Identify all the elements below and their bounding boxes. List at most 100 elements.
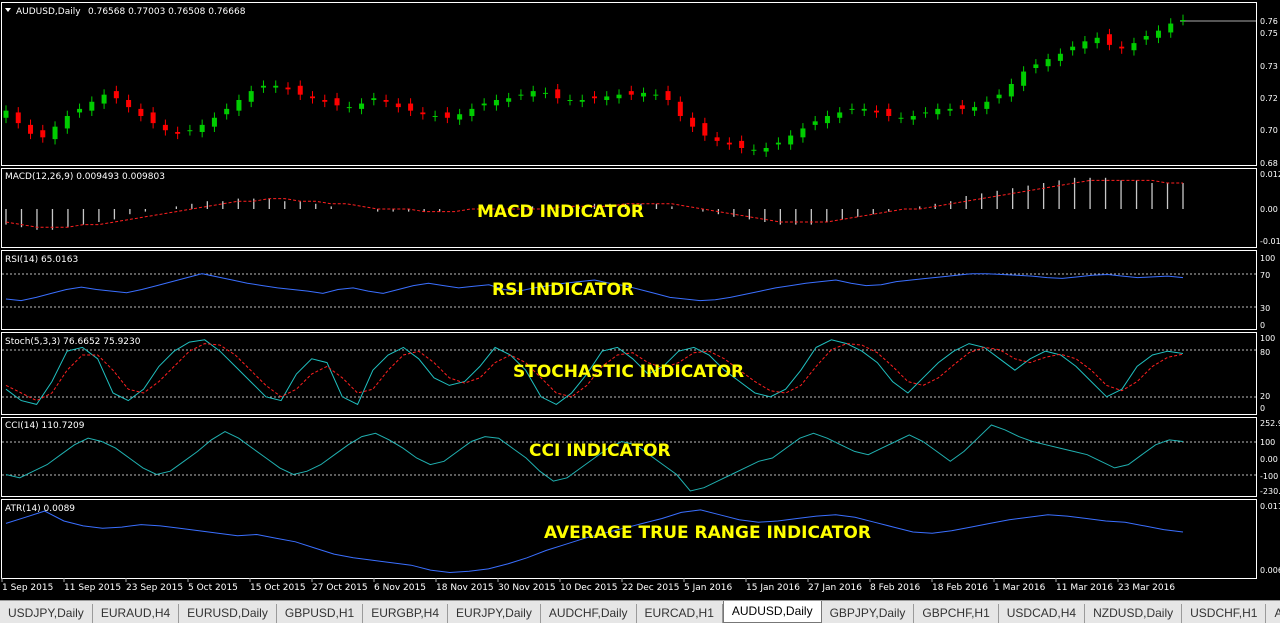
- bull-candle: [984, 101, 990, 109]
- bear-candle: [15, 112, 21, 124]
- bear-candle: [383, 100, 389, 102]
- bear-candle: [395, 103, 401, 108]
- chart-tab[interactable]: AUDCHF,Daily: [541, 604, 637, 623]
- bull-candle: [1131, 43, 1137, 51]
- macd-header: MACD(12,26,9) 0.009493 0.009803: [5, 172, 165, 182]
- bull-candle: [996, 94, 1002, 99]
- chart-window[interactable]: AUDUSD,Daily 0.76568 0.77003 0.76508 0.76…: [0, 0, 1280, 600]
- bull-candle: [1021, 71, 1027, 86]
- bull-candle: [972, 107, 978, 111]
- axis-tick-label: 0.00: [1260, 205, 1278, 214]
- chart-tab[interactable]: USDCAD,H4: [999, 604, 1086, 623]
- axis-tick-label: 0.68: [1260, 159, 1278, 168]
- macd-overlay-label: MACD INDICATOR: [477, 202, 644, 222]
- axis-tick-label: -0.01: [1260, 237, 1280, 246]
- bull-candle: [935, 108, 941, 115]
- bull-candle: [530, 91, 536, 97]
- cci-header: CCI(14) 110.7209: [5, 421, 85, 431]
- chart-tab[interactable]: AUDUSD,Daily: [722, 601, 822, 623]
- bull-candle: [64, 116, 70, 129]
- axis-tick-label: 0.72: [1260, 94, 1278, 103]
- date-axis-label: 8 Feb 2016: [870, 583, 921, 593]
- bear-candle: [1106, 34, 1112, 45]
- date-axis-label: 18 Nov 2015: [436, 583, 494, 593]
- bear-candle: [444, 112, 450, 118]
- chart-tab[interactable]: GBPJPY,Daily: [822, 604, 915, 623]
- bull-candle: [359, 103, 365, 109]
- price-panel: [1, 2, 1257, 166]
- chart-tabs-bar: USDJPY,Daily EURAUD,H4 EURUSD,Daily GBPUSD,…: [0, 600, 1280, 623]
- chart-tab[interactable]: GBPCHF,H1: [914, 604, 999, 623]
- price-header-symbol: AUDUSD,Daily: [16, 7, 81, 17]
- bear-candle: [322, 100, 328, 102]
- bear-candle: [592, 96, 597, 99]
- bull-candle: [1082, 41, 1088, 49]
- bull-candle: [861, 108, 867, 111]
- chart-tab[interactable]: USDJPY,Daily: [0, 604, 93, 623]
- bear-candle: [886, 108, 892, 116]
- chart-tab[interactable]: EURAUD,H4: [93, 604, 180, 623]
- axis-tick-label: 0: [1260, 321, 1265, 330]
- date-axis-label: 22 Dec 2015: [622, 583, 680, 593]
- stochastic-header: Stoch(5,3,3) 76.6652 75.9230: [5, 337, 141, 347]
- bull-candle: [837, 112, 843, 118]
- bear-candle: [162, 124, 168, 131]
- chart-tab[interactable]: USDCHF,H1: [1182, 604, 1267, 623]
- bull-candle: [788, 135, 794, 145]
- bull-candle: [1168, 23, 1174, 33]
- bear-candle: [555, 89, 561, 99]
- chart-tab[interactable]: GBPUSD,H1: [277, 604, 364, 623]
- chart-tab[interactable]: EURGBP,H4: [363, 604, 449, 623]
- rsi-header: RSI(14) 65.0163: [5, 255, 78, 265]
- stochastic-overlay-label: STOCHASTIC INDICATOR: [513, 362, 744, 382]
- bull-candle: [3, 110, 9, 118]
- bull-candle: [89, 101, 95, 111]
- rsi-overlay-label: RSI INDICATOR: [492, 280, 634, 300]
- date-axis-label: 27 Oct 2015: [312, 583, 368, 593]
- bull-candle: [457, 114, 463, 120]
- bull-candle: [432, 116, 438, 117]
- bear-candle: [150, 112, 156, 124]
- axis-tick-label: 0.011: [1260, 502, 1280, 511]
- bull-candle: [187, 130, 193, 132]
- bear-candle: [873, 110, 879, 113]
- bull-candle: [1070, 46, 1076, 51]
- bear-candle: [334, 98, 340, 106]
- axis-tick-label: 0: [1260, 404, 1265, 413]
- bull-candle: [346, 107, 352, 109]
- bull-candle: [77, 108, 83, 113]
- bear-candle: [310, 96, 316, 99]
- bull-candle: [260, 85, 266, 88]
- date-axis-label: 15 Oct 2015: [250, 583, 306, 593]
- bear-candle: [702, 123, 708, 136]
- axis-tick-label: 0.012: [1260, 170, 1280, 179]
- bull-candle: [775, 142, 781, 145]
- axis-tick-label: 30: [1260, 304, 1270, 313]
- bull-candle: [248, 91, 254, 102]
- chart-tab[interactable]: NZDUSD,Daily: [1085, 604, 1183, 623]
- bull-candle: [800, 128, 806, 138]
- bear-candle: [138, 108, 144, 116]
- bull-candle: [236, 100, 242, 111]
- axis-tick-label: 252.9: [1260, 419, 1280, 428]
- bull-candle: [493, 100, 499, 106]
- chart-tab[interactable]: EURJPY,Daily: [448, 604, 541, 623]
- chart-tab[interactable]: EURCAD,H1: [637, 604, 723, 623]
- bull-candle: [506, 98, 512, 102]
- date-axis-label: 15 Jan 2016: [746, 583, 800, 593]
- price-header-ohlc: 0.76568 0.77003 0.76508 0.76668: [88, 7, 246, 17]
- date-axis-label: 11 Mar 2016: [1056, 583, 1113, 593]
- last-price-label: 0.76: [1260, 17, 1278, 26]
- axis-tick-label: 0.70: [1260, 126, 1278, 135]
- chart-tab[interactable]: EURUSD,Daily: [179, 604, 277, 623]
- bull-candle: [224, 108, 230, 115]
- bull-candle: [1033, 64, 1039, 68]
- bear-candle: [959, 105, 965, 109]
- bull-candle: [199, 124, 205, 132]
- date-axis-label: 5 Jan 2016: [684, 583, 732, 593]
- chart-tab[interactable]: AUDI: [1266, 604, 1280, 623]
- bull-candle: [567, 100, 573, 101]
- axis-tick-label: 100: [1260, 438, 1275, 447]
- bull-candle: [910, 116, 916, 120]
- bull-candle: [518, 94, 524, 96]
